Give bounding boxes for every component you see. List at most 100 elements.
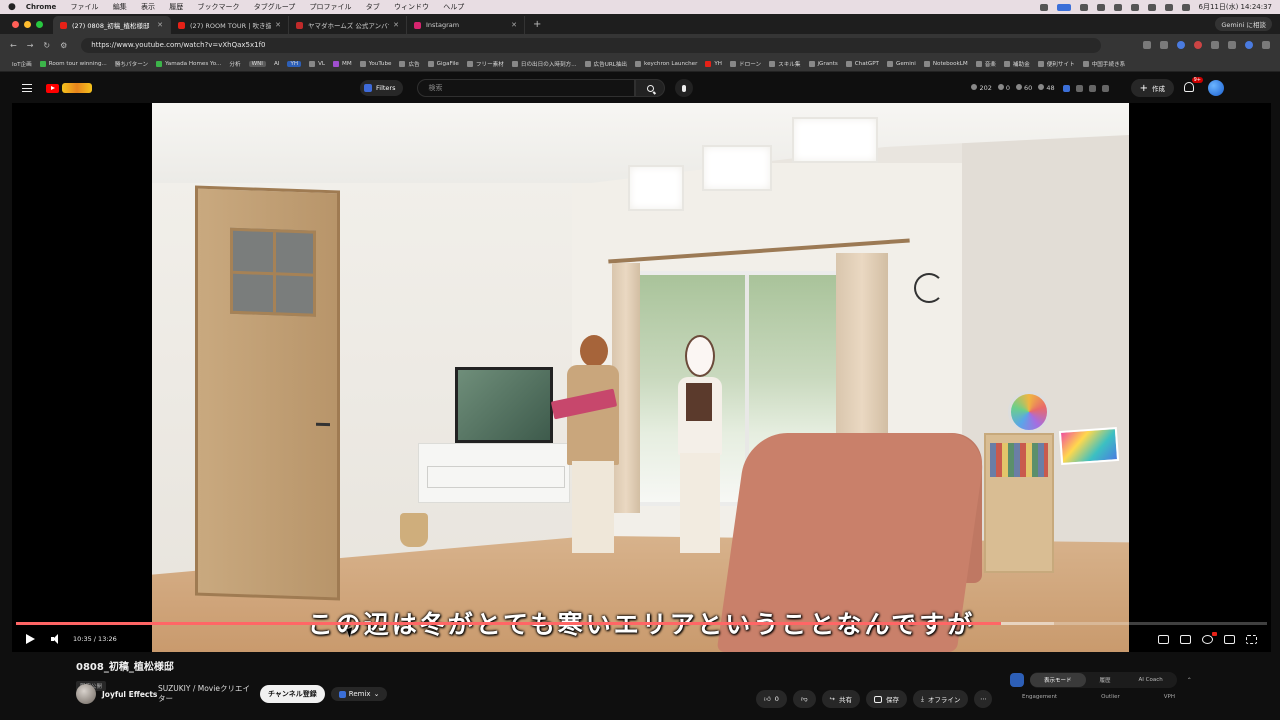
filters-button[interactable]: Filters [360,80,404,96]
menu-item-edit[interactable]: 編集 [113,3,127,11]
close-tab-icon[interactable]: ✕ [275,21,281,29]
search-input[interactable]: 検索 [417,79,636,97]
app-status-icon[interactable] [1056,3,1071,11]
extension-logo-icon[interactable] [1010,673,1024,687]
menu-item-window[interactable]: ウィンドウ [394,3,429,11]
close-tab-icon[interactable]: ✕ [511,21,517,29]
menu-item-file[interactable]: ファイル [71,3,99,11]
channel-avatar[interactable] [76,684,96,704]
download-offline-button[interactable]: ⤓ オフライン [913,690,969,708]
browser-tab[interactable]: ヤマダホームズ 公式アンバサダ ✕ [289,16,407,34]
menu-item-help[interactable]: ヘルプ [443,3,464,11]
cast-icon[interactable] [1143,41,1151,49]
fullscreen-icon[interactable] [1246,634,1257,644]
bookmark[interactable]: ChatGPT [845,60,879,67]
bookmark[interactable]: ドローン [730,60,761,68]
bookmark[interactable]: VL [309,60,325,67]
extension-icon[interactable] [1101,84,1109,92]
tab-history[interactable]: 履歴 [1086,676,1125,684]
bookmark[interactable]: keychron Launcher [635,60,697,67]
wifi-icon[interactable] [1147,3,1156,11]
menu-icon[interactable] [22,84,32,92]
dislike-button[interactable]: 👎︎ [792,690,816,708]
menu-item-tab[interactable]: タブ [366,3,380,11]
kebab-menu-icon[interactable] [1262,41,1270,49]
extension-icon[interactable] [1177,41,1185,49]
bookmark[interactable]: YouTube [359,60,391,67]
subtitles-icon[interactable] [1180,634,1191,644]
bookmark[interactable]: MM [333,60,352,67]
bookmark[interactable]: 日の出日の入時刻方... [511,60,577,68]
bookmark[interactable]: Room tour winning... [39,60,107,67]
extensions-puzzle-icon[interactable] [1211,41,1219,49]
forward-icon[interactable]: → [27,41,34,50]
youtube-logo[interactable] [46,83,92,93]
tab-display-mode[interactable]: 表示モード [1030,673,1086,687]
bookmark[interactable]: 補助金 [1003,60,1030,68]
remix-button[interactable]: Remix ⌄ [330,687,388,701]
url-field[interactable]: https://www.youtube.com/watch?v=vXhQax5x… [81,37,1102,53]
bulb-icon[interactable] [1088,84,1096,92]
bookmark[interactable]: Gemini [886,60,916,67]
profile-avatar-icon[interactable] [1245,41,1253,49]
new-tab-button[interactable]: + [533,19,541,30]
voice-search-mic-icon[interactable] [675,79,694,97]
status-icon[interactable] [1079,3,1088,11]
channel-name[interactable]: Joyful Effects [102,690,158,699]
menu-item-bookmarks[interactable]: ブックマーク [197,3,239,11]
extension-icon[interactable] [1075,84,1083,92]
apple-icon[interactable]: ● [8,2,16,12]
browser-tab[interactable]: (27) 0808_初稿_植松様邸 ✕ [53,16,171,34]
menu-item-history[interactable]: 履歴 [169,3,183,11]
bookmark[interactable]: YH [705,60,722,67]
tab-ai-coach[interactable]: AI Coach [1125,677,1177,683]
bookmark[interactable]: jGrants [808,60,838,67]
battery-icon[interactable] [1130,3,1139,11]
extension-icon[interactable] [1194,41,1202,49]
share-button[interactable]: ↪ 共有 [821,690,860,708]
status-icon[interactable] [1096,3,1105,11]
settings-gear-icon[interactable] [1202,631,1217,644]
close-tab-icon[interactable]: ✕ [157,21,163,29]
site-info-icon[interactable]: ⚙ [60,41,67,50]
video-frame[interactable] [152,103,1129,652]
status-icon[interactable] [1039,3,1048,11]
volume-icon[interactable] [51,634,63,644]
close-window-button[interactable] [12,20,19,28]
subscribe-button[interactable]: チャンネル登録 [260,685,325,703]
bookmark[interactable]: YH [287,60,302,67]
bookmark[interactable]: 中国手続き系 [1082,60,1125,68]
create-button[interactable]: + 作成 [1130,79,1174,97]
extension-icon[interactable] [1062,84,1070,92]
bookmark-star-icon[interactable] [1160,41,1168,49]
bookmark[interactable]: WNI [248,60,266,67]
sidepanel-icon[interactable] [1228,41,1236,49]
bookmark[interactable]: 広告URL抽出 [584,60,627,68]
more-actions-button[interactable]: ⋯ [974,690,993,708]
bookmark[interactable]: GigaFile [427,60,459,67]
gemini-button[interactable]: Gemini に相談 [1215,17,1272,31]
bookmark[interactable]: Yamada Homes Yo... [156,60,221,67]
theater-mode-icon[interactable] [1224,634,1235,644]
notifications-bell-icon[interactable]: 9+ [1184,77,1203,94]
search-icon[interactable] [1164,3,1173,11]
browser-tab[interactable]: Instagram ✕ [407,16,525,34]
bookmark[interactable]: 音楽 [975,60,996,68]
reload-icon[interactable]: ↻ [43,41,50,50]
bluetooth-icon[interactable] [1113,3,1122,11]
system-clock[interactable]: 6月11日(水) 14:24:37 [1199,2,1273,12]
bookmark[interactable]: AI [274,61,279,67]
play-icon[interactable] [26,634,35,644]
close-tab-icon[interactable]: ✕ [393,21,399,29]
save-button[interactable]: 保存 [866,690,907,708]
menu-item-view[interactable]: 表示 [141,3,155,11]
browser-tab[interactable]: (27) ROOM TOUR | 吹き抜け ✕ [171,16,289,34]
chevron-up-icon[interactable]: ⌃ [1187,677,1192,684]
menu-item-tabgroups[interactable]: タブグループ [254,3,296,11]
like-button[interactable]: 👍︎ 0 [756,690,787,708]
bookmark[interactable]: 便利サイト [1037,60,1075,68]
bookmark[interactable]: IoT企画 [12,60,32,68]
control-center-icon[interactable] [1181,3,1190,11]
minimize-window-button[interactable] [24,20,31,28]
account-avatar[interactable] [1208,80,1224,96]
